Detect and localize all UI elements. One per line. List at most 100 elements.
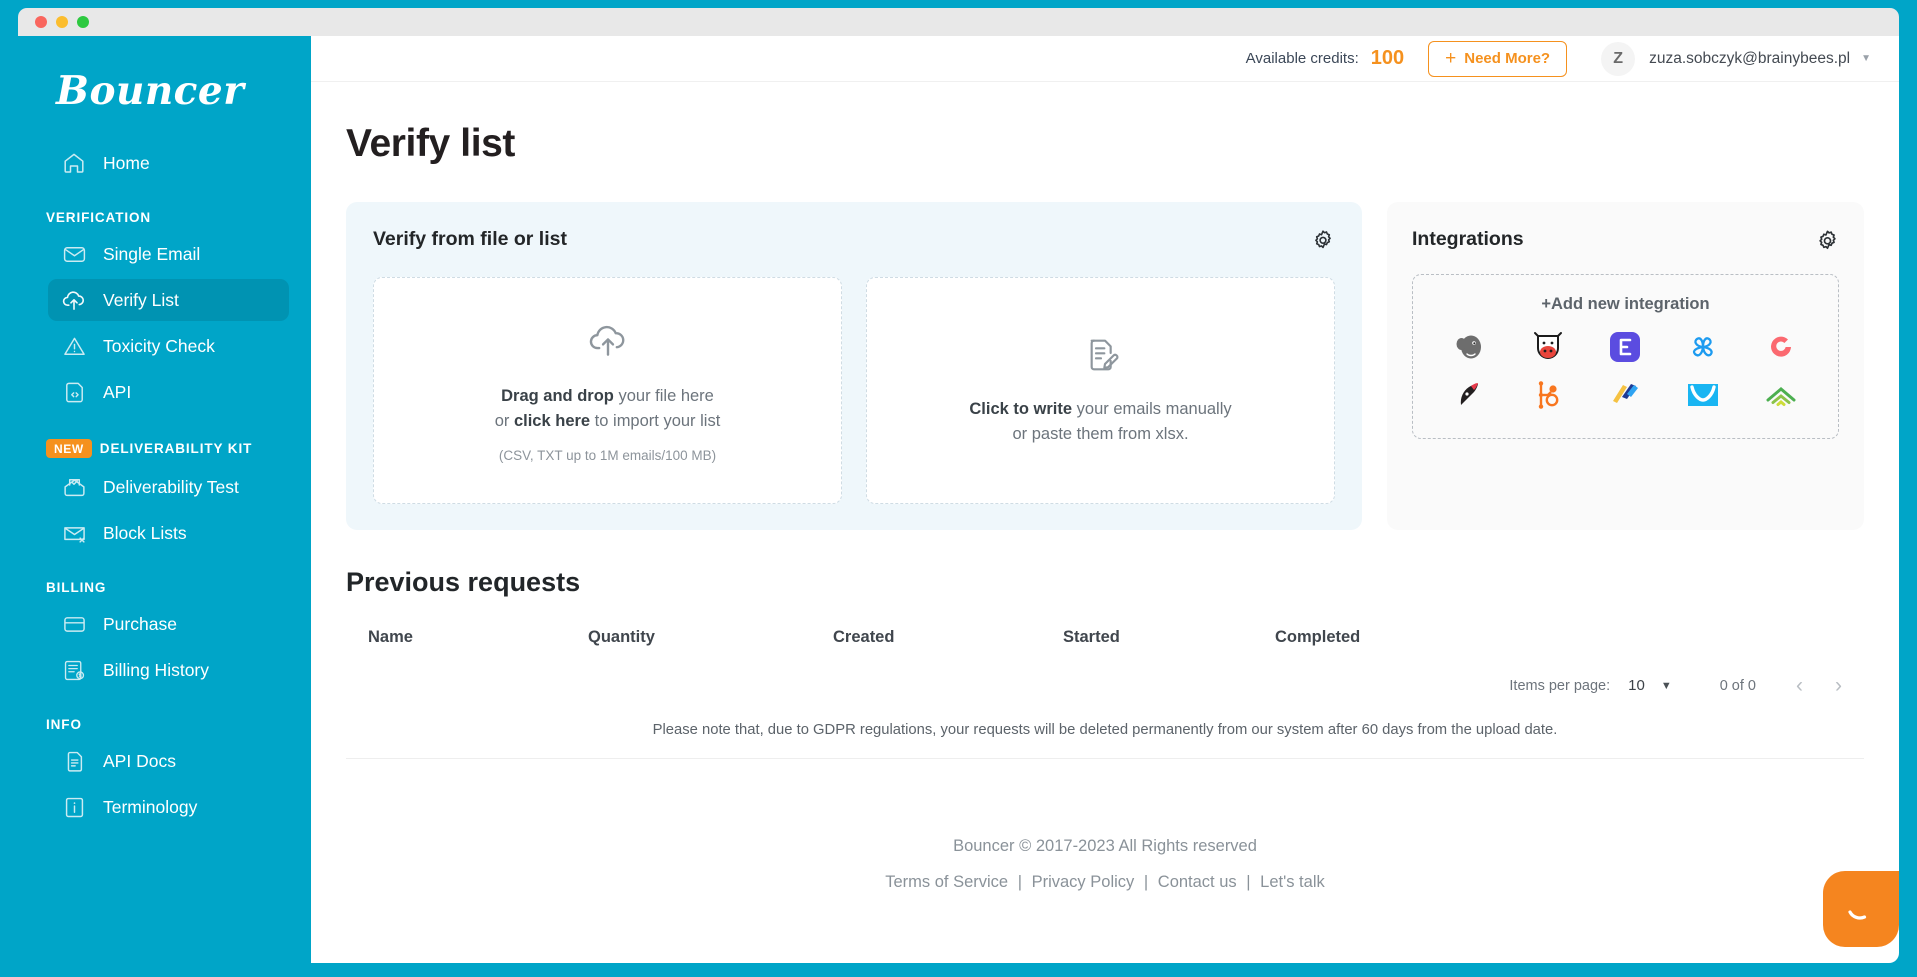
info-icon xyxy=(61,794,87,820)
sidebar-item-terminology[interactable]: Terminology xyxy=(48,786,289,828)
click-here-link[interactable]: click here xyxy=(514,412,590,430)
sidebar-item-label: Single Email xyxy=(103,243,201,264)
sidebar-item-purchase[interactable]: Purchase xyxy=(48,603,289,645)
write-emails-manually-dropzone[interactable]: Click to write your emails manually or p… xyxy=(866,277,1335,504)
window-close-button[interactable] xyxy=(35,16,47,28)
footer-link-lets-talk[interactable]: Let's talk xyxy=(1260,873,1325,891)
new-badge: NEW xyxy=(46,439,92,458)
credit-card-icon xyxy=(61,611,87,637)
sidebar-item-block-lists[interactable]: Block Lists xyxy=(48,512,289,554)
sidebar-item-label: Home xyxy=(103,152,150,173)
footer-separator: | xyxy=(1246,873,1251,891)
paginator: Items per page: 10 ▼ 0 of 0 ‹ › xyxy=(346,647,1864,696)
dropzone-line-1: Drag and drop your file here xyxy=(501,384,714,409)
document-lines-icon xyxy=(61,748,87,774)
elastic-email-icon[interactable] xyxy=(1608,330,1642,364)
sidebar-item-single-email[interactable]: Single Email xyxy=(48,233,289,275)
verify-from-file-panel: Verify from file or list Drag and drop y… xyxy=(346,202,1362,530)
integration-icons-grid xyxy=(1431,330,1820,412)
previous-requests-title: Previous requests xyxy=(346,567,581,597)
verify-panel-header: Verify from file or list xyxy=(373,228,1335,252)
chevron-down-icon[interactable]: ▼ xyxy=(1661,680,1672,692)
topbar: Available credits: 100 + Need More? Z zu… xyxy=(311,36,1899,82)
window-minimize-button[interactable] xyxy=(56,16,68,28)
sidebar-item-toxicity-check[interactable]: Toxicity Check xyxy=(48,325,289,367)
previous-requests-table: Name Quantity Created Started Completed … xyxy=(311,598,1899,738)
chat-widget-button[interactable] xyxy=(1823,871,1899,947)
credits-label: Available credits: xyxy=(1245,50,1359,67)
gear-icon[interactable] xyxy=(1311,228,1335,252)
mailjet-icon[interactable] xyxy=(1608,378,1642,412)
column-header-started[interactable]: Started xyxy=(1063,628,1275,647)
column-header-created[interactable]: Created xyxy=(833,628,1063,647)
sidebar-item-api-docs[interactable]: API Docs xyxy=(48,740,289,782)
verify-panel-title: Verify from file or list xyxy=(373,228,567,250)
add-new-integration-button[interactable]: +Add new integration xyxy=(1431,295,1820,314)
dropzone-file-constraints: (CSV, TXT up to 1M emails/100 MB) xyxy=(498,447,717,463)
moosend-icon[interactable] xyxy=(1531,330,1565,364)
dropzone-line-1-bold: Drag and drop xyxy=(501,387,614,406)
gear-icon[interactable] xyxy=(1815,228,1839,252)
column-header-completed[interactable]: Completed xyxy=(1275,628,1842,647)
home-icon xyxy=(61,150,87,176)
integrations-panel-header: Integrations xyxy=(1412,228,1839,252)
mailerlite-icon[interactable] xyxy=(1764,378,1798,412)
drag-and-drop-file-dropzone[interactable]: Drag and drop your file here or click he… xyxy=(373,277,842,504)
dropzone-line-2-pre: or xyxy=(494,412,514,430)
sidebar-item-label: API Docs xyxy=(103,750,176,771)
brevo-sendinblue-icon[interactable] xyxy=(1686,330,1720,364)
footer-link-contact[interactable]: Contact us xyxy=(1158,873,1237,891)
need-more-button[interactable]: + Need More? xyxy=(1428,40,1568,77)
plus-icon: + xyxy=(1541,295,1552,313)
sidebar-item-billing-history[interactable]: Billing History xyxy=(48,649,289,691)
sidebar-group-label: BILLING xyxy=(46,580,107,595)
add-integration-label: Add new integration xyxy=(1551,295,1710,313)
hubspot-icon[interactable] xyxy=(1531,378,1565,412)
manual-line-1-rest: your emails manually xyxy=(1072,399,1232,418)
cloud-upload-icon xyxy=(586,318,630,367)
chevron-right-icon[interactable]: › xyxy=(1835,675,1842,696)
footer-copyright: Bouncer © 2017-2023 All Rights reserved xyxy=(953,837,1257,855)
avatar[interactable]: Z xyxy=(1601,41,1636,76)
main-content: Available credits: 100 + Need More? Z zu… xyxy=(311,36,1899,963)
sidebar-group-label: INFO xyxy=(46,717,82,732)
campaign-monitor-icon[interactable] xyxy=(1686,378,1720,412)
sidebar-item-verify-list[interactable]: Verify List xyxy=(48,279,289,321)
sidebar-item-home[interactable]: Home xyxy=(48,142,289,184)
chevron-down-icon[interactable]: ▼ xyxy=(1861,53,1871,64)
mailchimp-icon[interactable] xyxy=(1453,330,1487,364)
cloud-upload-icon xyxy=(61,287,87,313)
klaviyo-icon[interactable] xyxy=(1453,378,1487,412)
footer-link-privacy[interactable]: Privacy Policy xyxy=(1032,873,1135,891)
footer: Bouncer © 2017-2023 All Rights reserved … xyxy=(311,759,1899,892)
page-title: Verify list xyxy=(346,122,516,165)
need-more-label: Need More? xyxy=(1464,49,1551,67)
column-header-name[interactable]: Name xyxy=(368,628,588,647)
sidebar-item-api[interactable]: API xyxy=(48,371,289,413)
column-header-quantity[interactable]: Quantity xyxy=(588,628,833,647)
dropzones: Drag and drop your file here or click he… xyxy=(373,277,1335,504)
envelope-x-icon xyxy=(61,520,87,546)
convertkit-icon[interactable] xyxy=(1764,330,1798,364)
table-header-row: Name Quantity Created Started Completed xyxy=(346,598,1864,647)
manual-line-2: or paste them from xlsx. xyxy=(1012,424,1189,443)
chevron-left-icon[interactable]: ‹ xyxy=(1796,675,1803,696)
sidebar-item-label: Toxicity Check xyxy=(103,335,215,356)
window-maximize-button[interactable] xyxy=(77,16,89,28)
manual-line-1-bold: Click to write xyxy=(969,399,1073,418)
sidebar-item-label: API xyxy=(103,381,132,402)
items-per-page-value[interactable]: 10 xyxy=(1628,677,1645,694)
sidebar-group-label: VERIFICATION xyxy=(46,210,152,225)
envelope-check-icon xyxy=(61,474,87,500)
document-pencil-icon xyxy=(1081,335,1121,380)
gdpr-note: Please note that, due to GDPR regulation… xyxy=(652,722,1558,738)
sidebar-group-info: INFO xyxy=(18,717,311,732)
panels-row: Verify from file or list Drag and drop y… xyxy=(311,166,1899,530)
footer-separator: | xyxy=(1143,873,1149,891)
footer-link-terms[interactable]: Terms of Service xyxy=(885,873,1008,891)
sidebar-group-verification: VERIFICATION xyxy=(18,210,311,225)
dropzone-line-1-rest: your file here xyxy=(613,387,714,406)
sidebar-item-deliverability-test[interactable]: Deliverability Test xyxy=(48,466,289,508)
user-email[interactable]: zuza.sobczyk@brainybees.pl xyxy=(1649,50,1850,68)
brand-logo[interactable]: Bouncer xyxy=(18,36,311,114)
